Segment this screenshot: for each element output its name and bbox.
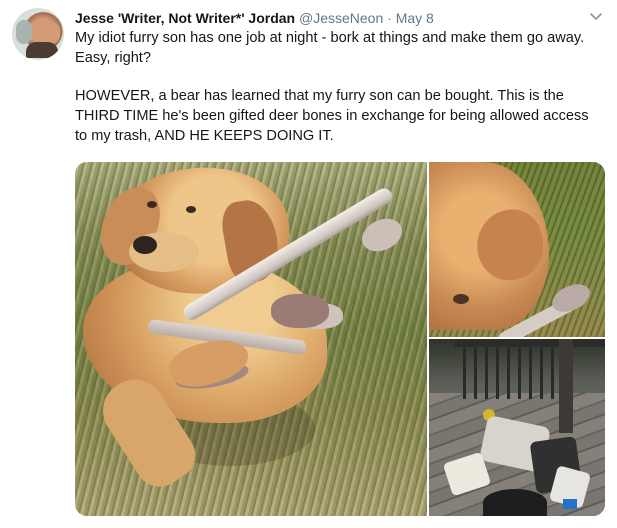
dog-nose [133,236,157,254]
tweet-line: to my trash, AND HE KEEPS DOING IT. [75,128,334,144]
railing-baluster [529,347,532,399]
tweet-paragraph-2: HOWEVER, a bear has learned that my furr… [75,86,605,146]
dog-eye [147,201,157,208]
tweet-date[interactable]: May 8 [396,10,434,26]
photo-trash-on-deck[interactable] [429,339,605,516]
railing-baluster [474,347,477,399]
tweet-line: THIRD TIME he's been gifted deer bones i… [75,108,589,124]
deck-railing [455,339,605,347]
railing-baluster [518,347,521,399]
railing-baluster [551,347,554,399]
tweet-paragraph-1: My idiot furry son has one job at night … [75,28,605,68]
avatar-shoulders [26,42,58,58]
media-grid [75,162,605,516]
deer-bone-joint [271,294,329,328]
avatar-figure [16,20,32,44]
tweet-line: Easy, right? [75,50,151,66]
railing-baluster [540,347,543,399]
author-avatar[interactable] [12,8,64,60]
chevron-down-icon[interactable] [589,10,603,24]
tweet-line: My idiot furry son has one job at night … [75,30,585,46]
trash-blue-item [563,499,577,509]
railing-baluster [485,347,488,399]
avatar-face [42,22,60,44]
railing-baluster [507,347,510,399]
deck-post [559,339,573,433]
author-handle[interactable]: @JesseNeon [299,10,383,26]
railing-baluster [496,347,499,399]
photo-dog-with-bone[interactable] [75,162,427,516]
tweet-header: Jesse 'Writer, Not Writer*' Jordan @Jess… [75,8,595,28]
trash-black-bag [483,489,547,516]
tweet-card[interactable]: Jesse 'Writer, Not Writer*' Jordan @Jess… [0,0,617,528]
photo-dog-closeup[interactable] [429,162,605,337]
date-separator: · [387,10,392,26]
tweet-line: HOWEVER, a bear has learned that my furr… [75,88,564,104]
author-name[interactable]: Jesse 'Writer, Not Writer*' Jordan [75,10,295,26]
dog-closeup-eye [453,294,469,304]
dog-eye [186,206,196,213]
tweet-text: My idiot furry son has one job at night … [75,28,605,146]
railing-baluster [463,347,466,399]
